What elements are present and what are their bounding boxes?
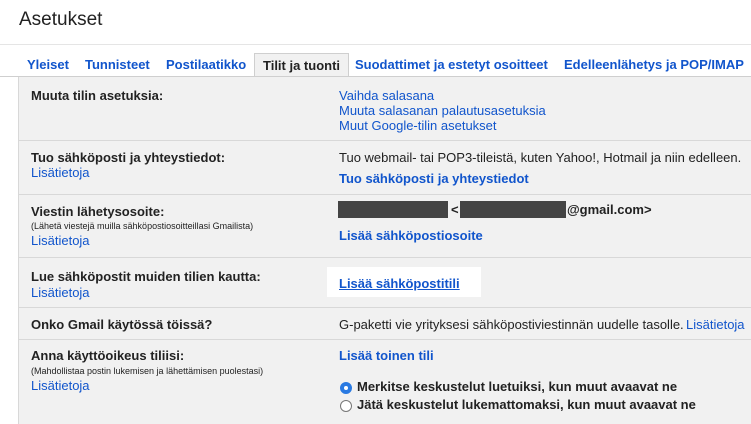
tab-accounts-import[interactable]: Tilit ja tuonti: [254, 53, 350, 77]
import-description: Tuo webmail- tai POP3-tileistä, kuten Ya…: [339, 150, 742, 165]
send-as-sublabel: (Lähetä viestejä muilla sähköpostiosoitt…: [31, 221, 254, 231]
mark-read-label[interactable]: Merkitse keskustelut luetuiksi, kun muut…: [357, 379, 677, 394]
row-divider: [19, 194, 751, 195]
redacted-email-user: [460, 201, 566, 218]
google-account-settings-link[interactable]: Muut Google-tilin asetukset: [339, 118, 497, 133]
tab-general[interactable]: Yleiset: [27, 57, 69, 72]
delegation-sublabel: (Mahdollistaa postin lukemisen ja lähett…: [31, 366, 264, 376]
redacted-name: [338, 201, 448, 218]
tab-filters[interactable]: Suodattimet ja estetyt osoitteet: [355, 57, 548, 72]
tab-forwarding-pop-imap[interactable]: Edelleenlähetys ja POP/IMAP: [564, 57, 744, 72]
leave-unread-label[interactable]: Jätä keskustelut lukemattomaksi, kun muu…: [357, 397, 696, 412]
page-title: Asetukset: [19, 9, 103, 30]
send-as-label: Viestin lähetysosoite:: [31, 204, 165, 219]
work-description: G-paketti vie yrityksesi sähköpostiviest…: [339, 317, 684, 332]
import-label: Tuo sähköposti ja yhteystiedot:: [31, 150, 226, 165]
email-open-bracket: <: [451, 202, 459, 217]
check-mail-label: Lue sähköpostit muiden tilien kautta:: [31, 269, 261, 284]
leave-unread-radio[interactable]: [340, 400, 352, 412]
header-divider: [0, 44, 751, 45]
delegation-learn-more-link[interactable]: Lisätietoja: [31, 378, 90, 393]
import-learn-more-link[interactable]: Lisätietoja: [31, 165, 90, 180]
row-divider: [19, 257, 751, 258]
password-recovery-link[interactable]: Muuta salasanan palautusasetuksia: [339, 103, 546, 118]
import-mail-contacts-link[interactable]: Tuo sähköposti ja yhteystiedot: [339, 171, 529, 186]
add-another-account-link[interactable]: Lisää toinen tili: [339, 348, 434, 363]
mark-read-radio[interactable]: [340, 382, 352, 394]
tab-inbox[interactable]: Postilaatikko: [166, 57, 246, 72]
add-mail-account-link[interactable]: Lisää sähköpostitili: [339, 276, 460, 291]
work-label: Onko Gmail käytössä töissä?: [31, 317, 213, 332]
email-domain: @gmail.com>: [567, 202, 652, 217]
row-divider: [19, 140, 751, 141]
tab-labels[interactable]: Tunnisteet: [85, 57, 150, 72]
delegation-label: Anna käyttöoikeus tiliisi:: [31, 348, 185, 363]
add-email-address-link[interactable]: Lisää sähköpostiosoite: [339, 228, 483, 243]
change-password-link[interactable]: Vaihda salasana: [339, 88, 434, 103]
change-account-label: Muuta tilin asetuksia:: [31, 88, 164, 103]
send-as-learn-more-link[interactable]: Lisätietoja: [31, 233, 90, 248]
row-divider: [19, 307, 751, 308]
check-mail-learn-more-link[interactable]: Lisätietoja: [31, 285, 90, 300]
work-learn-more-link[interactable]: Lisätietoja: [686, 317, 745, 332]
row-divider: [19, 339, 751, 340]
